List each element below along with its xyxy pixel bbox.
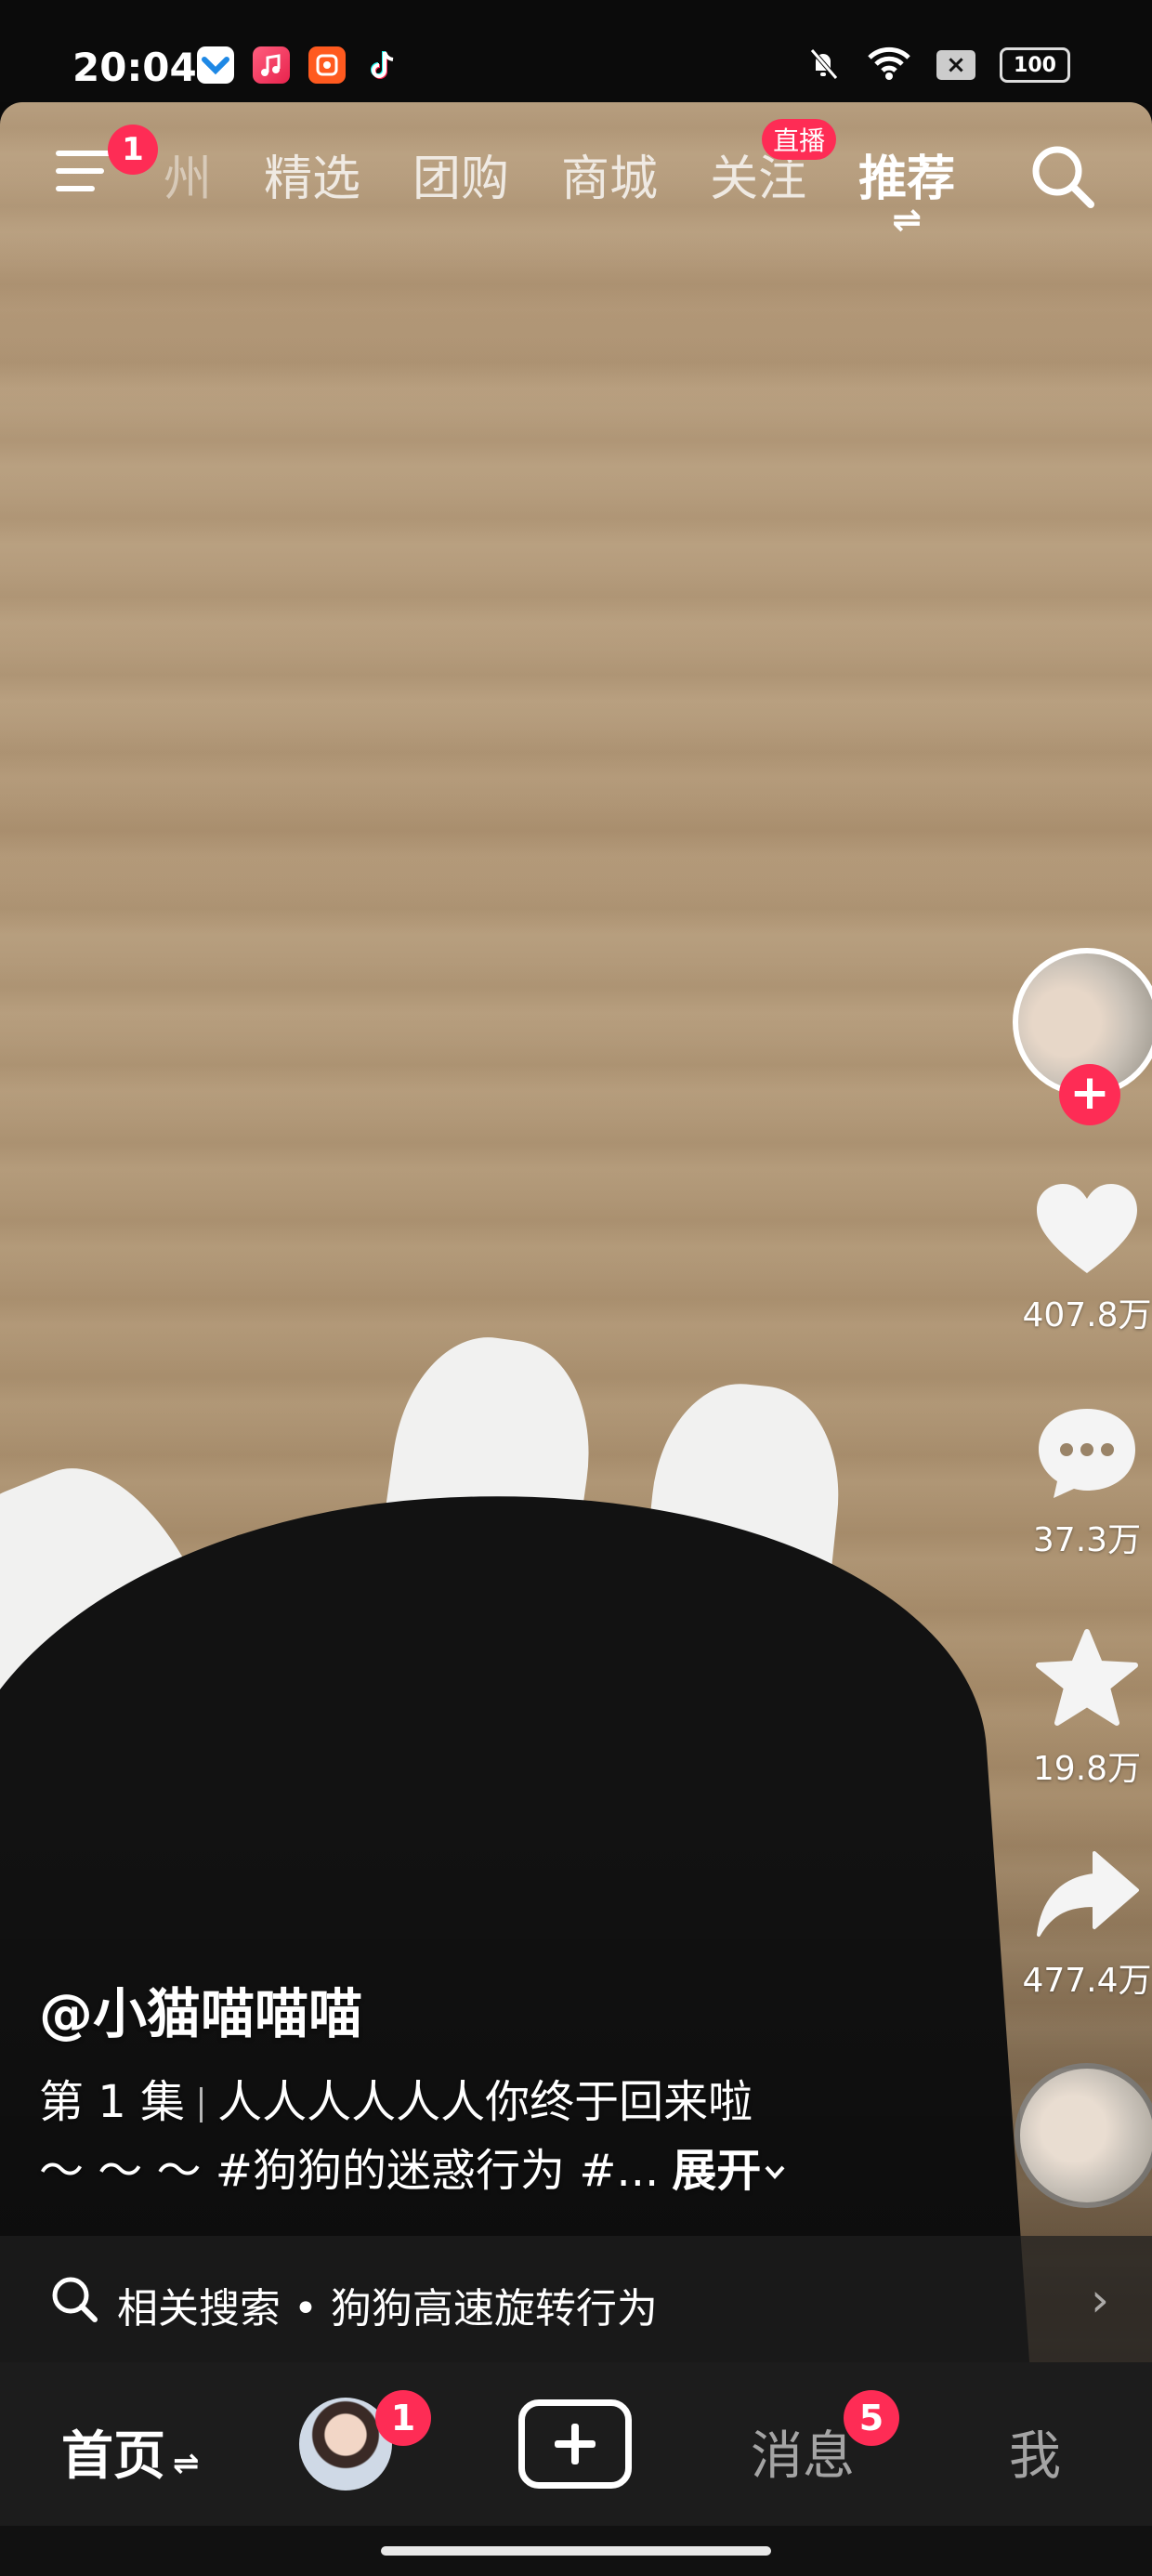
author-name[interactable]: @小猫喵喵喵 <box>39 1970 362 2048</box>
caption-text: 人人人人人人你终于回来啦 <box>217 2076 753 2128</box>
status-right-icons: × 100 <box>805 45 1070 85</box>
expand-button[interactable]: 展开 <box>672 2145 789 2197</box>
share-icon <box>1033 1851 1141 1946</box>
gesture-bar <box>0 2526 1152 2576</box>
create-button[interactable] <box>518 2399 632 2489</box>
search-button[interactable] <box>1026 139 1100 214</box>
favorite-button[interactable]: 19.8万 <box>1003 1628 1152 1790</box>
nav-me[interactable]: 我 <box>1009 2414 1061 2490</box>
caption-line-1: 第 1 集人人人人人人你终于回来啦 <box>39 2065 753 2130</box>
music-disc[interactable] <box>1015 2063 1152 2208</box>
chevron-right-icon: › <box>1091 2273 1109 2327</box>
status-bar: 20:04 × 100 <box>0 0 1152 102</box>
bottom-nav: 首页 ⇌ 1 消息 5 我 <box>0 2362 1152 2526</box>
related-search-bar[interactable]: 相关搜索 • 狗狗高速旋转行为 › <box>0 2236 1152 2362</box>
nav-messages[interactable]: 消息 <box>751 2414 855 2490</box>
tiktok-icon <box>364 46 401 84</box>
comment-icon <box>1033 1409 1141 1505</box>
related-search-text: 相关搜索 • 狗狗高速旋转行为 <box>117 2285 658 2333</box>
caption-hashtags[interactable]: ～ ～ ～ #狗狗的迷惑行为 #... <box>39 2145 659 2197</box>
battery-icon: 100 <box>1000 47 1070 83</box>
search-icon <box>46 2271 102 2327</box>
wifi-icon <box>866 45 912 85</box>
top-tabs: 州 精选 团购 商城 关注 直播 推荐 ⇌ <box>164 119 955 240</box>
close-box-icon: × <box>936 50 975 80</box>
episode-label[interactable]: 第 1 集 <box>39 2076 185 2128</box>
live-badge: 直播 <box>762 119 837 160</box>
friends-badge: 1 <box>375 2390 431 2446</box>
heart-icon <box>1033 1184 1141 1281</box>
orange-app-icon <box>308 46 346 84</box>
nav-home[interactable]: 首页 ⇌ <box>61 2414 200 2490</box>
floor-grain <box>0 223 1152 409</box>
tab-group-buy[interactable]: 团购 <box>412 139 509 209</box>
favorite-count: 19.8万 <box>1032 1750 1142 1788</box>
star-icon <box>1033 1629 1141 1734</box>
switch-arrows-icon: ⇌ <box>892 199 922 240</box>
tab-recommend[interactable]: 推荐 ⇌ <box>858 139 955 240</box>
comment-count: 37.3万 <box>1032 1521 1142 1559</box>
music-app-icon <box>253 46 290 84</box>
home-indicator[interactable] <box>381 2546 771 2556</box>
share-count: 477.4万 <box>1022 1962 1152 2000</box>
chevron-down-icon <box>761 2145 789 2197</box>
caption-line-2: ～ ～ ～ #狗狗的迷惑行为 #... 展开 <box>39 2134 789 2199</box>
menu-button[interactable]: 1 <box>56 125 158 197</box>
tab-featured[interactable]: 精选 <box>264 139 360 209</box>
like-count: 407.8万 <box>1022 1296 1152 1334</box>
comment-button[interactable]: 37.3万 <box>1003 1405 1152 1561</box>
tab-following[interactable]: 关注 直播 <box>710 119 837 209</box>
episode-divider <box>200 2087 203 2123</box>
tab-local[interactable]: 州 <box>164 139 212 209</box>
menu-badge: 1 <box>108 125 158 175</box>
switch-arrows-icon: ⇌ <box>173 2445 200 2482</box>
like-button[interactable]: 407.8万 <box>1003 1180 1152 1336</box>
tab-following-label: 关注 <box>710 151 807 207</box>
floor-grain <box>0 716 1152 939</box>
tab-mall[interactable]: 商城 <box>561 139 658 209</box>
mute-bell-icon <box>805 45 842 85</box>
expand-label: 展开 <box>672 2145 762 2197</box>
status-app-icons <box>197 46 401 84</box>
app-icon-blue <box>197 46 234 84</box>
share-button[interactable]: 477.4万 <box>1003 1849 1152 2002</box>
messages-badge: 5 <box>844 2390 899 2446</box>
nav-home-label: 首页 <box>61 2426 165 2487</box>
status-time: 20:04 <box>72 45 197 90</box>
top-nav: 1 州 精选 团购 商城 关注 直播 推荐 ⇌ <box>0 119 1152 240</box>
search-icon <box>1026 146 1100 217</box>
follow-button[interactable]: + <box>1059 1064 1120 1125</box>
